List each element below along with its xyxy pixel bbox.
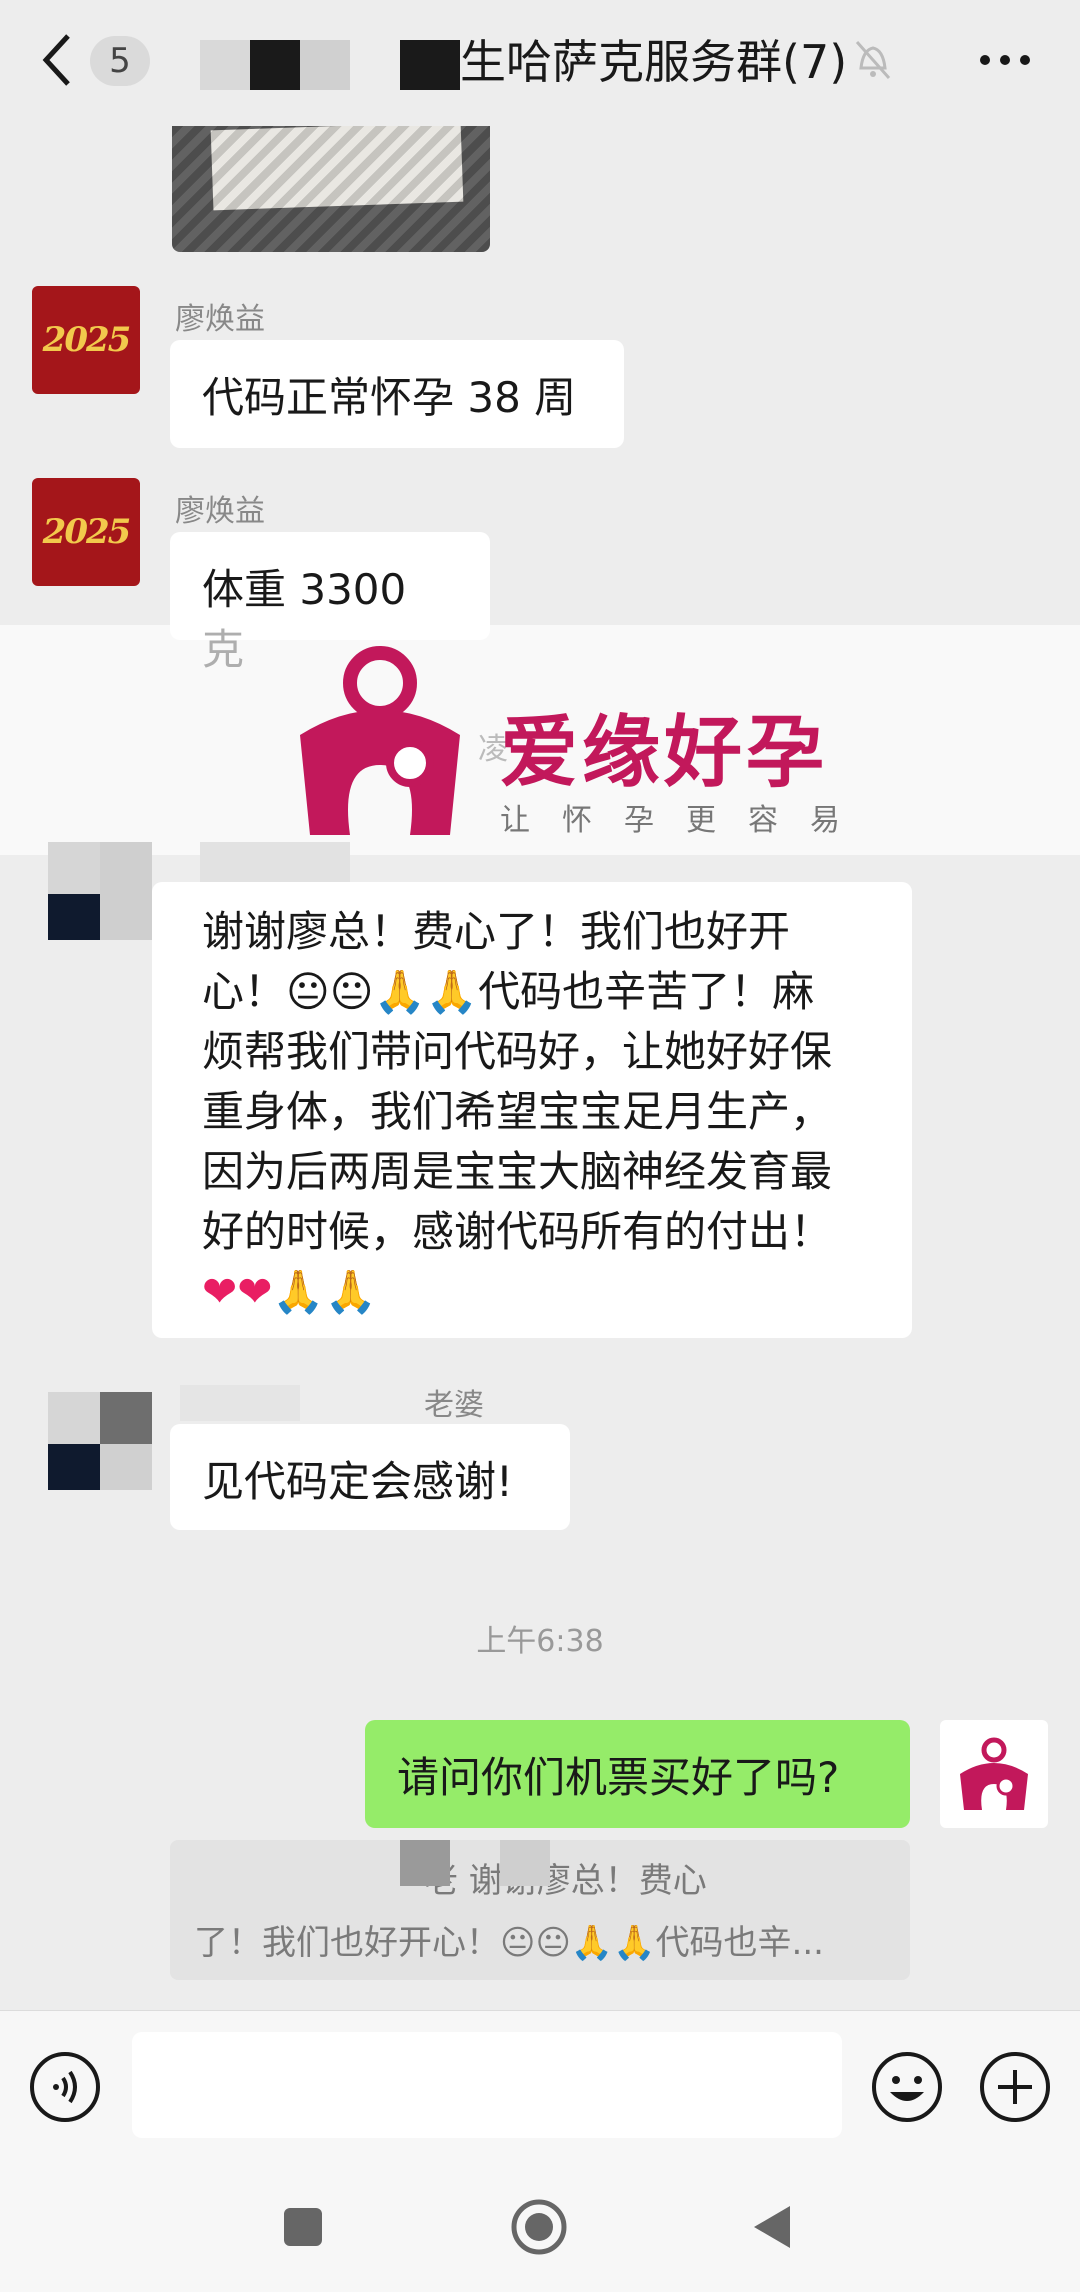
- avatar: [48, 1444, 100, 1490]
- message-line: 好的时候，感谢代码所有的付出！: [202, 1207, 833, 1256]
- more-icon[interactable]: [978, 48, 1032, 72]
- blur-block: [180, 1385, 300, 1421]
- message-line: 因为后两周是宝宝大脑神经发育最: [202, 1147, 833, 1196]
- blur-block: [300, 40, 350, 90]
- nav-back-icon[interactable]: [752, 2204, 792, 2250]
- blur-block: [200, 842, 350, 882]
- avatar[interactable]: [48, 1392, 100, 1444]
- self-avatar[interactable]: [940, 1720, 1048, 1828]
- message-bubble[interactable]: 代码正常怀孕 38 周: [170, 340, 624, 448]
- message-line: 谢谢廖总！费心了！我们也好开: [202, 907, 791, 956]
- message-input[interactable]: [132, 2032, 842, 2138]
- blur-block: [200, 40, 250, 90]
- avatar: [48, 894, 100, 940]
- timestamp: 上午6:38: [476, 1624, 604, 1659]
- message-text: 请问你们机票买好了吗?: [397, 1753, 840, 1802]
- message-line: 重身体，我们希望宝宝足月生产，: [202, 1087, 833, 1136]
- avatar[interactable]: [48, 842, 100, 894]
- message-bubble[interactable]: 谢谢廖总！费心了！我们也好开 心！😐😐🙏🙏代码也辛苦了！麻 烦帮我们带问代码好，…: [152, 882, 912, 1338]
- blur-block: [250, 40, 300, 90]
- message-bubble[interactable]: 体重 3300 克: [170, 532, 490, 674]
- unread-badge: 5: [90, 36, 150, 86]
- avatar: [100, 1392, 152, 1444]
- quote-line: 了！我们也好开心！😐😐🙏🙏代码也辛...: [194, 1923, 824, 1963]
- message-bubble-self[interactable]: 请问你们机票买好了吗?: [365, 1720, 910, 1828]
- blur-block: [500, 1840, 550, 1886]
- message-line: 心！😐😐🙏🙏代码也辛苦了！麻: [202, 967, 815, 1016]
- avatar[interactable]: 2025: [32, 478, 140, 586]
- sender-name: 老婆: [424, 1388, 484, 1423]
- message-line: ❤❤🙏🙏: [202, 1267, 377, 1316]
- emoji-icon[interactable]: [870, 2050, 944, 2124]
- watermark-title: 爱缘好孕: [500, 708, 829, 798]
- brand-logo-icon: [300, 646, 460, 835]
- chat-title: 生哈萨克服务群(7): [460, 35, 848, 89]
- plus-icon[interactable]: [978, 2050, 1052, 2124]
- avatar[interactable]: 2025: [32, 286, 140, 394]
- blur-block: [400, 40, 460, 90]
- brand-logo-icon: [960, 1737, 1028, 1810]
- message-bubble[interactable]: 见代码定会感谢!: [170, 1424, 570, 1530]
- mute-bell-icon: [855, 41, 891, 79]
- nav-recent-icon[interactable]: [284, 2208, 322, 2246]
- avatar: [100, 842, 152, 940]
- message-text: 见代码定会感谢!: [202, 1457, 513, 1506]
- blur-block: [400, 1840, 450, 1886]
- avatar: [100, 1444, 152, 1490]
- message-text: 代码正常怀孕 38 周: [202, 373, 577, 422]
- back-icon[interactable]: [38, 30, 78, 90]
- voice-icon[interactable]: [28, 2050, 102, 2124]
- message-line: 烦帮我们带问代码好，让她好好保: [202, 1027, 833, 1076]
- sender-name: 廖焕益: [175, 494, 265, 529]
- nav-home-icon[interactable]: [510, 2198, 568, 2256]
- sender-name: 廖焕益: [175, 302, 265, 337]
- image-message[interactable]: [172, 126, 490, 252]
- watermark-subtitle: 让怀孕更容易: [500, 803, 872, 838]
